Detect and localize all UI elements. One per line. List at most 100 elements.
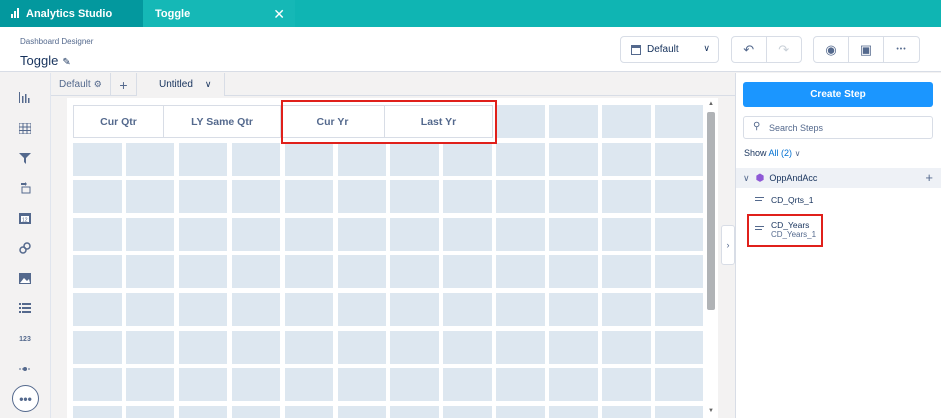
grid-cell (73, 255, 122, 289)
grid-cell (496, 142, 545, 176)
grid-cell (125, 180, 175, 214)
step-name: CD_Qrts_1 (771, 195, 814, 205)
scroll-up-arrow[interactable]: ▲ (707, 101, 715, 107)
grid-cell (73, 405, 122, 418)
date-icon[interactable]: 12 (14, 207, 36, 229)
grid-cell (390, 217, 439, 251)
grid-cell (602, 293, 651, 326)
canvas-scrollbar[interactable] (707, 112, 715, 310)
document-tab[interactable]: Toggle ✕ (143, 0, 295, 27)
step-lines-icon (755, 197, 764, 203)
layout-select-value: Default (647, 44, 679, 55)
highlight-box-toggle (281, 100, 497, 144)
grid-cell (73, 142, 122, 176)
app-tab[interactable]: Analytics Studio (0, 0, 143, 27)
dataset-group-row[interactable]: ∨ ⬢ OppAndAcc + (736, 168, 941, 188)
grid-cell (125, 255, 175, 289)
grid-cell (654, 330, 704, 364)
grid-cell (496, 293, 545, 326)
add-page-button[interactable]: + (111, 73, 137, 96)
toggle-option-cur-qtr[interactable]: Cur Qtr (74, 106, 164, 137)
grid-cell (654, 405, 704, 418)
document-tab-label: Toggle (155, 7, 191, 20)
grid-cell (284, 142, 334, 176)
show-filter[interactable]: Show All (2) ∨ (744, 148, 800, 158)
grid-cell (178, 330, 228, 364)
grid-cell (178, 368, 228, 402)
table-icon[interactable] (14, 117, 36, 139)
grid-cell (654, 368, 704, 402)
show-prefix: Show (744, 148, 767, 158)
chart-icon[interactable] (14, 86, 36, 108)
grid-cell (443, 180, 492, 214)
more-actions-icon[interactable]: ••• (884, 37, 919, 62)
filter-icon[interactable] (14, 147, 36, 169)
grid-cell (178, 293, 228, 326)
more-widgets-button[interactable]: ••• (12, 385, 39, 412)
grid-cell (125, 293, 175, 326)
create-step-button[interactable]: Create Step (743, 82, 933, 107)
grid-cell (390, 293, 439, 326)
edit-pencil-icon[interactable]: ✎ (62, 57, 70, 68)
show-all-link[interactable]: All (2) (769, 148, 793, 158)
grid-cell (549, 368, 598, 402)
grid-cell (284, 330, 334, 364)
search-steps-input[interactable] (769, 120, 929, 135)
redo-icon[interactable]: ↷ (767, 37, 802, 62)
toggle-icon[interactable] (14, 177, 36, 199)
image-icon[interactable] (14, 267, 36, 289)
grid-cell (390, 255, 439, 289)
dashboard-title[interactable]: Toggle ✎ (20, 53, 71, 68)
preview-eye-icon[interactable]: ◉ (814, 37, 849, 62)
chevron-down-icon[interactable]: ∨ (743, 173, 750, 184)
search-icon: ⚲ (753, 121, 761, 132)
grid-cell (602, 255, 651, 289)
search-steps-field[interactable]: ⚲ (743, 116, 933, 139)
toggle-option-ly-same-qtr[interactable]: LY Same Qtr (164, 106, 281, 137)
tab-default[interactable]: Default ⚙ (51, 73, 111, 96)
grid-cell (284, 217, 334, 251)
layout-select[interactable]: Default ∨ (620, 36, 719, 63)
grid-cell (231, 368, 281, 402)
scroll-down-arrow[interactable]: ▼ (707, 408, 715, 414)
grid-cell (178, 217, 228, 251)
grid-cell (231, 142, 281, 176)
grid-cell (602, 330, 651, 364)
chevron-down-icon[interactable]: ∨ (205, 79, 212, 90)
grid-cell (549, 330, 598, 364)
grid-cell (602, 142, 651, 176)
range-icon[interactable] (14, 358, 36, 380)
dataset-hexagon-icon: ⬢ (755, 172, 765, 184)
grid-cell (549, 217, 598, 251)
link-icon[interactable] (14, 237, 36, 259)
grid-cell (231, 330, 281, 364)
grid-cell (549, 180, 598, 214)
grid-cell (337, 405, 387, 418)
gear-icon[interactable]: ⚙ (94, 79, 102, 90)
grid-cell (496, 217, 545, 251)
grid-cell (654, 255, 704, 289)
grid-cell (549, 105, 598, 138)
list-icon[interactable] (14, 297, 36, 319)
undo-redo-group: ↶ ↷ (731, 36, 802, 63)
grid-cell (73, 180, 122, 214)
number-icon[interactable]: 123 (14, 328, 36, 350)
designer-header: Dashboard Designer Toggle ✎ Default ∨ ↶ ↷… (0, 27, 941, 72)
grid-cell (73, 217, 122, 251)
tab-untitled[interactable]: Untitled ∨ (137, 73, 225, 96)
grid-cell (496, 180, 545, 214)
tab-untitled-label: Untitled (159, 79, 193, 90)
chevron-down-icon: ∨ (703, 43, 710, 53)
undo-icon[interactable]: ↶ (732, 37, 767, 62)
grid-cell (602, 105, 651, 138)
grid-cell (125, 405, 175, 418)
collapse-panel-button[interactable]: › (721, 225, 735, 265)
close-tab-icon[interactable]: ✕ (273, 6, 285, 23)
grid-cell (549, 142, 598, 176)
grid-cell (178, 180, 228, 214)
grid-cell (390, 180, 439, 214)
grid-cell (443, 217, 492, 251)
save-icon[interactable]: ▣ (849, 37, 884, 62)
grid-cell (337, 255, 387, 289)
add-step-icon[interactable]: + (925, 170, 933, 185)
